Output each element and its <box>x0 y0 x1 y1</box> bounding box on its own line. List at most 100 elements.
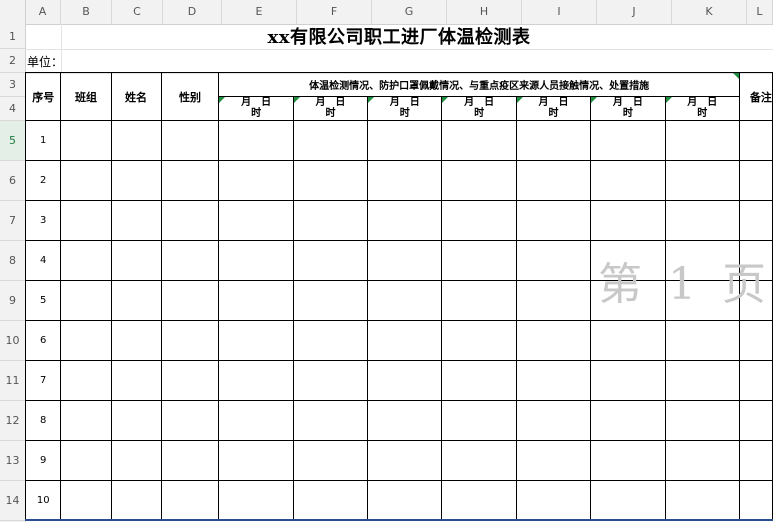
name-cell[interactable] <box>110 360 162 401</box>
row-header-13[interactable]: 13 <box>0 441 25 481</box>
header-name[interactable]: 姓名 <box>110 72 162 121</box>
gender-cell[interactable] <box>160 280 220 321</box>
name-cell[interactable] <box>110 440 162 481</box>
name-cell[interactable] <box>110 120 162 161</box>
record-cell[interactable] <box>664 400 740 441</box>
row-header-1[interactable]: 1 <box>0 24 25 49</box>
name-cell[interactable] <box>110 320 162 361</box>
gender-cell[interactable] <box>160 160 220 201</box>
seq-cell[interactable]: 10 <box>24 480 62 521</box>
remarks-cell[interactable] <box>738 360 773 401</box>
seq-cell[interactable]: 8 <box>24 400 62 441</box>
name-cell[interactable] <box>110 400 162 441</box>
record-cell[interactable] <box>664 120 740 161</box>
record-cell[interactable] <box>367 120 443 161</box>
remarks-cell[interactable] <box>738 320 773 361</box>
seq-cell[interactable]: 3 <box>24 200 62 241</box>
record-cell[interactable] <box>218 400 294 441</box>
team-cell[interactable] <box>60 280 112 321</box>
sheet-title[interactable]: xx有限公司职工进厂体温检测表 <box>25 25 773 51</box>
record-cell[interactable] <box>515 320 592 361</box>
record-cell[interactable] <box>441 200 517 241</box>
seq-cell[interactable]: 9 <box>24 440 62 481</box>
row-header-5[interactable]: 5 <box>0 121 25 161</box>
record-cell[interactable] <box>515 120 592 161</box>
gender-cell[interactable] <box>160 240 220 281</box>
date-cell[interactable]: 月 日时 <box>664 96 740 121</box>
remarks-cell[interactable] <box>738 400 773 441</box>
unit-label[interactable]: 单位： <box>27 53 63 70</box>
remarks-cell[interactable] <box>738 480 773 521</box>
record-cell[interactable] <box>441 120 517 161</box>
record-cell[interactable] <box>367 320 443 361</box>
record-cell[interactable] <box>590 120 666 161</box>
column-header-b[interactable]: B <box>61 0 112 24</box>
record-cell[interactable] <box>515 280 592 321</box>
record-cell[interactable] <box>441 440 517 481</box>
name-cell[interactable] <box>110 160 162 201</box>
team-cell[interactable] <box>60 120 112 161</box>
row-header-12[interactable]: 12 <box>0 401 25 441</box>
record-cell[interactable] <box>441 400 517 441</box>
team-cell[interactable] <box>60 320 112 361</box>
team-cell[interactable] <box>60 400 112 441</box>
team-cell[interactable] <box>60 480 112 521</box>
row-header-14[interactable]: 14 <box>0 481 25 521</box>
record-cell[interactable] <box>515 240 592 281</box>
record-cell[interactable] <box>292 400 369 441</box>
remarks-cell[interactable] <box>738 120 773 161</box>
record-cell[interactable] <box>292 440 369 481</box>
name-cell[interactable] <box>110 280 162 321</box>
seq-cell[interactable]: 6 <box>24 320 62 361</box>
column-header-j[interactable]: J <box>597 0 672 24</box>
date-cell[interactable]: 月 日时 <box>441 96 517 121</box>
column-header-k[interactable]: K <box>672 0 747 24</box>
name-cell[interactable] <box>110 200 162 241</box>
record-cell[interactable] <box>367 280 443 321</box>
record-cell[interactable] <box>590 440 666 481</box>
date-cell[interactable]: 月 日时 <box>218 96 294 121</box>
row-header-4[interactable]: 4 <box>0 97 25 121</box>
record-cell[interactable] <box>515 200 592 241</box>
record-cell[interactable] <box>218 120 294 161</box>
column-header-c[interactable]: C <box>112 0 163 24</box>
date-cell[interactable]: 月 日时 <box>367 96 443 121</box>
record-cell[interactable] <box>590 160 666 201</box>
row-header-9[interactable]: 9 <box>0 281 25 321</box>
seq-cell[interactable]: 2 <box>24 160 62 201</box>
column-header-f[interactable]: F <box>297 0 372 24</box>
header-remarks[interactable]: 备注 <box>738 72 773 121</box>
record-cell[interactable] <box>441 360 517 401</box>
record-cell[interactable] <box>367 360 443 401</box>
team-cell[interactable] <box>60 160 112 201</box>
record-cell[interactable] <box>218 360 294 401</box>
name-cell[interactable] <box>110 480 162 521</box>
team-cell[interactable] <box>60 240 112 281</box>
record-cell[interactable] <box>441 480 517 521</box>
record-cell[interactable] <box>218 160 294 201</box>
record-cell[interactable] <box>292 280 369 321</box>
date-cell[interactable]: 月 日时 <box>515 96 592 121</box>
name-cell[interactable] <box>110 240 162 281</box>
select-all-corner[interactable] <box>0 0 26 24</box>
team-cell[interactable] <box>60 200 112 241</box>
date-cell[interactable]: 月 日时 <box>590 96 666 121</box>
record-cell[interactable] <box>590 360 666 401</box>
record-cell[interactable] <box>441 240 517 281</box>
gender-cell[interactable] <box>160 440 220 481</box>
column-header-g[interactable]: G <box>372 0 447 24</box>
record-cell[interactable] <box>441 280 517 321</box>
column-header-h[interactable]: H <box>447 0 522 24</box>
header-seq[interactable]: 序号 <box>24 72 62 121</box>
row-header-11[interactable]: 11 <box>0 361 25 401</box>
record-cell[interactable] <box>292 480 369 521</box>
record-cell[interactable] <box>515 480 592 521</box>
record-cell[interactable] <box>515 400 592 441</box>
record-cell[interactable] <box>292 120 369 161</box>
record-cell[interactable] <box>515 440 592 481</box>
gender-cell[interactable] <box>160 360 220 401</box>
row-header-7[interactable]: 7 <box>0 201 25 241</box>
row-header-2[interactable]: 2 <box>0 49 25 73</box>
record-cell[interactable] <box>664 440 740 481</box>
record-cell[interactable] <box>218 240 294 281</box>
